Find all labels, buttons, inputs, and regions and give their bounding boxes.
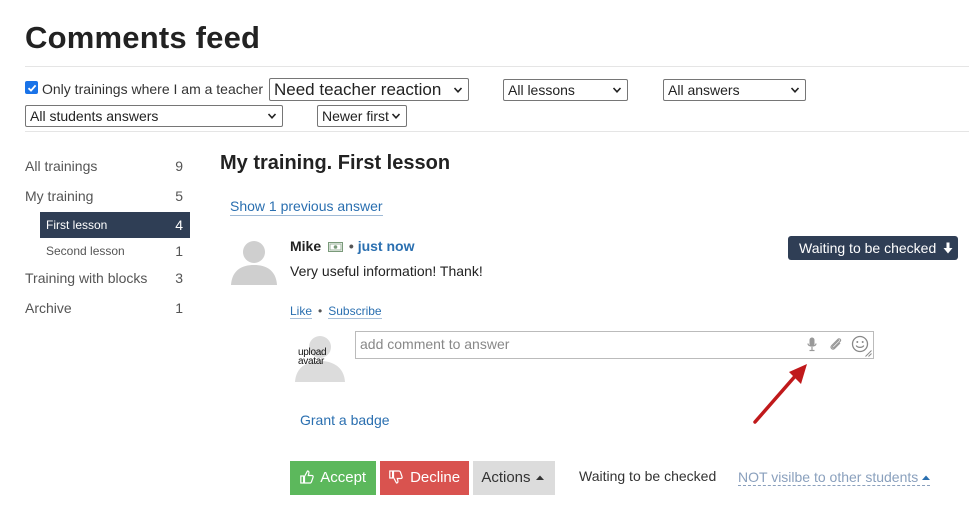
like-link[interactable]: Like (290, 304, 313, 319)
chevron-down-icon (790, 87, 800, 93)
order-select-value: Newer first (322, 108, 389, 124)
thumbs-down-icon (389, 470, 403, 484)
sidebar-item-count: 3 (175, 270, 183, 286)
only-teacher-checkbox[interactable] (25, 81, 38, 94)
status-text: Waiting to be checked (579, 468, 717, 484)
actions-button-label: Actions (481, 469, 531, 486)
microphone-icon[interactable] (807, 337, 817, 352)
show-previous-answer-link[interactable]: Show 1 previous answer (230, 198, 383, 216)
page-title: Comments feed (25, 20, 261, 55)
sidebar-item-archive[interactable]: Archive 1 (25, 295, 190, 321)
divider (25, 66, 969, 67)
subscribe-link[interactable]: Subscribe (328, 304, 382, 319)
decline-button[interactable]: Decline (380, 461, 469, 495)
waiting-status-button[interactable]: Waiting to be checked (788, 236, 958, 260)
sidebar-item-label: First lesson (46, 218, 108, 232)
chevron-down-icon (267, 113, 277, 119)
sidebar-item-first-lesson[interactable]: First lesson 4 (40, 212, 190, 238)
chevron-down-icon (391, 113, 401, 119)
answer-text: Very useful information! Thank! (290, 263, 483, 279)
sidebar-item-count: 9 (175, 158, 183, 174)
sidebar-item-second-lesson[interactable]: Second lesson 1 (40, 238, 190, 264)
sidebar-item-label: Archive (25, 300, 72, 316)
sidebar-item-label: Training with blocks (25, 270, 148, 286)
accept-button-label: Accept (320, 469, 367, 486)
check-icon (27, 84, 36, 92)
caret-up-icon (535, 475, 544, 480)
avatar (231, 241, 277, 285)
answer-time[interactable]: just now (358, 238, 415, 254)
accept-button[interactable]: Accept (290, 461, 376, 495)
students-answers-select-value: All students answers (30, 108, 159, 124)
meta-separator: • (348, 238, 354, 254)
lesson-title: My training. First lesson (220, 152, 451, 174)
answers-select[interactable]: All answers (663, 79, 806, 101)
visibility-label: NOT visilbe to other students (738, 469, 919, 485)
arrow-down-icon (943, 242, 953, 254)
lessons-select[interactable]: All lessons (503, 79, 628, 101)
comment-placeholder: add comment to answer (360, 336, 510, 352)
upload-avatar-label[interactable]: upload avatar (298, 348, 338, 367)
grant-badge-link[interactable]: Grant a badge (300, 412, 390, 428)
divider (25, 131, 969, 132)
paperclip-icon[interactable] (828, 336, 844, 352)
visibility-toggle[interactable]: NOT visilbe to other students (738, 469, 931, 486)
sidebar-item-count: 5 (175, 188, 183, 204)
sidebar-item-count: 1 (175, 300, 183, 316)
money-icon (328, 242, 344, 252)
sidebar-item-my-training[interactable]: My training 5 (25, 183, 190, 209)
sidebar-item-all-trainings[interactable]: All trainings 9 (25, 153, 190, 179)
sidebar-item-label: All trainings (25, 158, 98, 174)
sidebar-item-label: My training (25, 188, 94, 204)
resize-handle-icon[interactable] (865, 350, 872, 357)
sidebar-item-label: Second lesson (46, 244, 125, 258)
only-teacher-label[interactable]: Only trainings where I am a teacher (42, 81, 263, 97)
order-select[interactable]: Newer first (317, 105, 407, 127)
reaction-select[interactable]: Need teacher reaction (269, 78, 469, 101)
thumbs-up-icon (300, 470, 314, 484)
actions-dropdown-button[interactable]: Actions (473, 461, 555, 495)
answer-links: Like • Subscribe (290, 304, 382, 319)
author-name[interactable]: Mike (290, 238, 321, 254)
sidebar-item-training-with-blocks[interactable]: Training with blocks 3 (25, 265, 190, 291)
comment-input[interactable]: add comment to answer (355, 331, 874, 359)
sidebar-item-count: 1 (175, 243, 183, 259)
sidebar-item-count: 4 (175, 217, 183, 233)
lessons-select-value: All lessons (508, 82, 575, 98)
chevron-down-icon (453, 87, 463, 93)
chevron-down-icon (612, 87, 622, 93)
reaction-select-value: Need teacher reaction (274, 80, 442, 99)
students-answers-select[interactable]: All students answers (25, 105, 283, 127)
annotation-arrow-icon (753, 364, 807, 424)
answers-select-value: All answers (668, 82, 740, 98)
answer-meta: Mike • just now (290, 238, 414, 254)
links-separator: • (318, 304, 323, 318)
status-button-label: Waiting to be checked (799, 240, 937, 256)
decline-button-label: Decline (410, 469, 461, 486)
caret-up-icon (922, 475, 931, 480)
